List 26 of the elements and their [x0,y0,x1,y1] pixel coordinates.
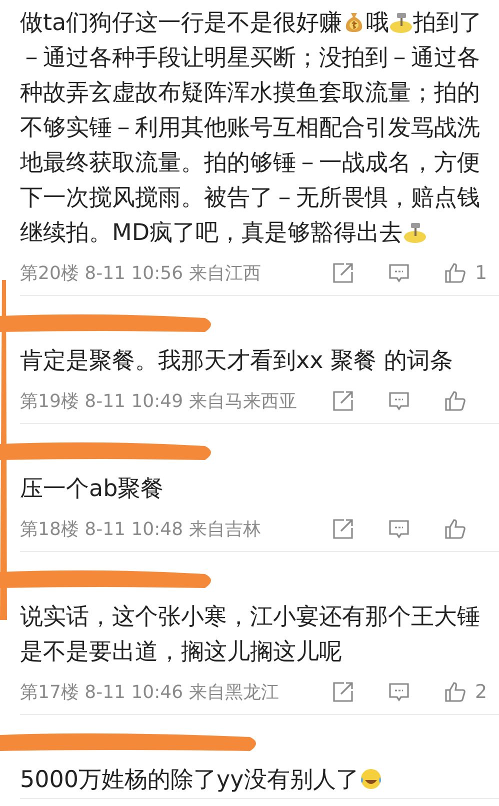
comment-meta: 第18楼 8-11 10:48 来自吉林 [20,518,261,541]
like-count: 1 [475,262,488,284]
comment-text: 5000万姓杨的除了yy没有别人了 [20,763,488,798]
comment-meta: 第19楼 8-11 10:49 来自马来西亚 [20,390,297,413]
share-icon[interactable] [331,680,355,704]
hammer-emoji-icon [389,10,414,34]
hammer-emoji-icon [402,220,427,244]
share-icon[interactable] [331,261,355,285]
comment-icon[interactable] [387,680,411,704]
share-icon[interactable] [331,389,355,413]
comment-text: 压一个ab聚餐 [20,475,165,504]
comment-text: 做ta们狗仔这一行是不是很好赚 哦 拍到了－通过各种手段让明星买断；没拍到－通过各种故弄玄虚故布疑阵浑水摸鱼套取流量；拍的不够实锤－利用其他账号互相配合引发骂战洗地最终获取流量。拍的够锤－一战成名，方便下一次搅风搅雨。被告了－无所畏惧，赔点钱继续拍。MD疯了吧，真是够豁得出去 [20,9,484,248]
comment-icon[interactable] [387,261,411,285]
thumbs-up-icon[interactable] [443,389,467,413]
comment-meta: 第17楼 8-11 10:46 来自黑龙江 [20,681,279,704]
laughing-emoji-icon [358,767,383,791]
comment-text: 肯定是聚餐。我那天才看到xx 聚餐 的词条 [20,347,454,376]
share-icon[interactable] [331,517,355,541]
comment-text: 说实话，这个张小寒，江小宴还有那个王大锤是不是要出道，搁这儿搁这儿呢 [20,603,481,667]
thumbs-up-icon[interactable] [443,517,467,541]
comment-icon[interactable] [387,389,411,413]
like-count: 2 [475,681,488,703]
thumbs-up-icon[interactable] [443,680,467,704]
comment-icon[interactable] [387,517,411,541]
comment-meta: 第20楼 8-11 10:56 来自江西 [20,262,261,285]
thumbs-up-icon[interactable] [443,261,467,285]
